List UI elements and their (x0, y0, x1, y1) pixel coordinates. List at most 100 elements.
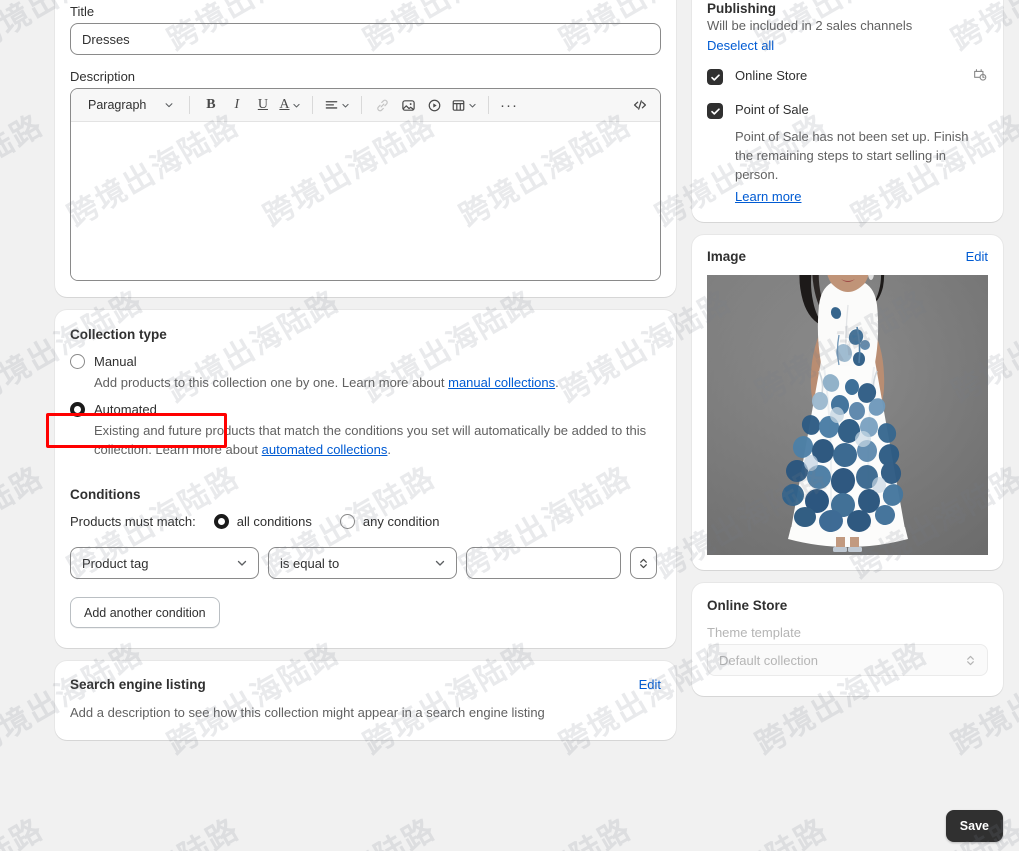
code-view-icon[interactable] (627, 93, 652, 118)
condition-value-input[interactable] (466, 547, 621, 579)
manual-description: Add products to this collection one by o… (94, 375, 559, 390)
checkbox-point-of-sale[interactable] (707, 103, 723, 119)
title-input[interactable] (70, 23, 661, 55)
channel-label-point-of-sale: Point of Sale (735, 102, 809, 117)
radio-any-condition-label: any condition (362, 514, 440, 529)
toolbar-divider (311, 96, 313, 114)
toolbar-divider (360, 96, 362, 114)
radio-manual-label: Manual (94, 354, 137, 369)
collection-type-card: Collection type Manual Add products to t… (46, 310, 676, 648)
channel-row-online-store[interactable]: Online Store (707, 68, 988, 85)
description-textarea[interactable] (71, 122, 660, 280)
video-glyph (428, 99, 440, 111)
radio-all-conditions-icon (213, 514, 229, 529)
chevron-down-icon (237, 560, 247, 566)
collection-image[interactable] (707, 275, 988, 555)
radio-manual-icon (70, 354, 85, 369)
insert-image-icon[interactable] (396, 93, 421, 118)
link-icon[interactable] (370, 93, 395, 118)
point-of-sale-learn-more-link[interactable]: Learn more (735, 189, 801, 204)
online-store-card: Online Store Theme template Default coll… (692, 583, 1003, 696)
chevron-down-icon (435, 560, 445, 566)
check-icon (710, 107, 720, 115)
conditions-match-row: Products must match: all conditions any … (70, 514, 661, 529)
condition-operator-value: is equal to (280, 555, 340, 571)
text-color-icon[interactable]: A (276, 93, 303, 118)
title-label: Title (70, 4, 95, 19)
calendar-clock-glyph (974, 69, 987, 81)
manual-collections-link[interactable]: manual collections (448, 375, 555, 390)
checkbox-online-store[interactable] (707, 69, 723, 85)
deselect-all-link[interactable]: Deselect all (707, 38, 774, 53)
more-options-icon[interactable]: ··· (497, 93, 522, 118)
radio-automated-label: Automated (94, 402, 157, 417)
dress-photo-illustration (707, 275, 988, 555)
seo-edit-link[interactable]: Edit (639, 677, 661, 692)
radio-automated-icon (70, 402, 85, 417)
editor-toolbar: Paragraph B I U A ··· (71, 89, 660, 122)
seo-heading: Search engine listing (70, 677, 206, 692)
conditions-match-label: Products must match: (70, 514, 196, 529)
description-label: Description (70, 69, 136, 84)
chevron-down-icon (165, 103, 173, 108)
save-button[interactable]: Save (945, 810, 1003, 842)
search-engine-listing-card: Search engine listing Edit Add a descrip… (55, 661, 676, 740)
bold-icon[interactable]: B (198, 93, 223, 118)
publishing-subtitle: Will be included in 2 sales channels (707, 18, 913, 33)
publishing-heading: Publishing (707, 1, 776, 16)
chevron-down-icon (292, 103, 300, 107)
side-column: Publishing Will be included in 2 sales c… (692, 0, 1003, 709)
check-icon (710, 73, 720, 81)
image-card: Image Edit (692, 235, 1003, 570)
theme-template-select: Default collection (707, 644, 988, 676)
chevron-up-down-icon (967, 655, 974, 665)
image-edit-link[interactable]: Edit (966, 249, 988, 264)
table-glyph (452, 99, 464, 111)
image-header: Image Edit (707, 249, 988, 264)
align-icon[interactable] (321, 93, 353, 118)
italic-icon[interactable]: I (224, 93, 249, 118)
radio-all-conditions[interactable]: all conditions (213, 514, 312, 529)
seo-description: Add a description to see how this collec… (70, 705, 545, 720)
code-glyph (633, 100, 646, 110)
add-another-condition-button[interactable]: Add another condition (70, 597, 220, 628)
underline-icon[interactable]: U (250, 93, 275, 118)
conditions-heading: Conditions (70, 487, 141, 502)
toolbar-divider (189, 96, 191, 114)
paragraph-style-label: Paragraph (88, 98, 147, 112)
radio-option-automated[interactable]: Automated (70, 402, 661, 417)
radio-any-condition-icon (339, 514, 355, 529)
schedule-calendar-clock-icon[interactable] (972, 66, 988, 86)
image-glyph (401, 99, 415, 111)
align-left-glyph (325, 100, 337, 109)
image-heading: Image (707, 249, 747, 264)
condition-field-value: Product tag (82, 555, 149, 571)
channel-label-online-store: Online Store (735, 68, 808, 83)
link-glyph (376, 99, 388, 111)
condition-stepper-button[interactable] (630, 547, 657, 579)
radio-option-manual[interactable]: Manual (70, 354, 661, 369)
seo-header: Search engine listing Edit (70, 677, 661, 692)
publishing-card: Publishing Will be included in 2 sales c… (692, 0, 1003, 222)
insert-video-icon[interactable] (422, 93, 447, 118)
main-column: Title Description Paragraph B (46, 0, 676, 753)
channel-row-point-of-sale[interactable]: Point of Sale (707, 102, 988, 119)
condition-row: Product tag is equal to (70, 547, 661, 579)
insert-table-icon[interactable] (448, 93, 480, 118)
toolbar-divider (487, 96, 489, 114)
theme-template-label: Theme template (707, 625, 801, 640)
automated-collections-link[interactable]: automated collections (262, 442, 388, 457)
online-store-heading: Online Store (707, 598, 788, 613)
chevron-up-down-icon (640, 558, 647, 568)
condition-field-select[interactable]: Product tag (70, 547, 259, 579)
radio-any-condition[interactable]: any condition (339, 514, 440, 529)
paragraph-style-dropdown[interactable]: Paragraph (79, 93, 181, 118)
condition-operator-select[interactable]: is equal to (268, 547, 457, 579)
description-editor[interactable]: Paragraph B I U A ··· (70, 88, 661, 281)
chevron-down-icon (341, 103, 349, 107)
radio-all-conditions-label: all conditions (236, 514, 312, 529)
collection-type-heading: Collection type (70, 327, 167, 342)
title-description-card: Title Description Paragraph B (55, 0, 676, 297)
theme-template-value: Default collection (719, 652, 818, 668)
chevron-down-icon (468, 103, 476, 107)
